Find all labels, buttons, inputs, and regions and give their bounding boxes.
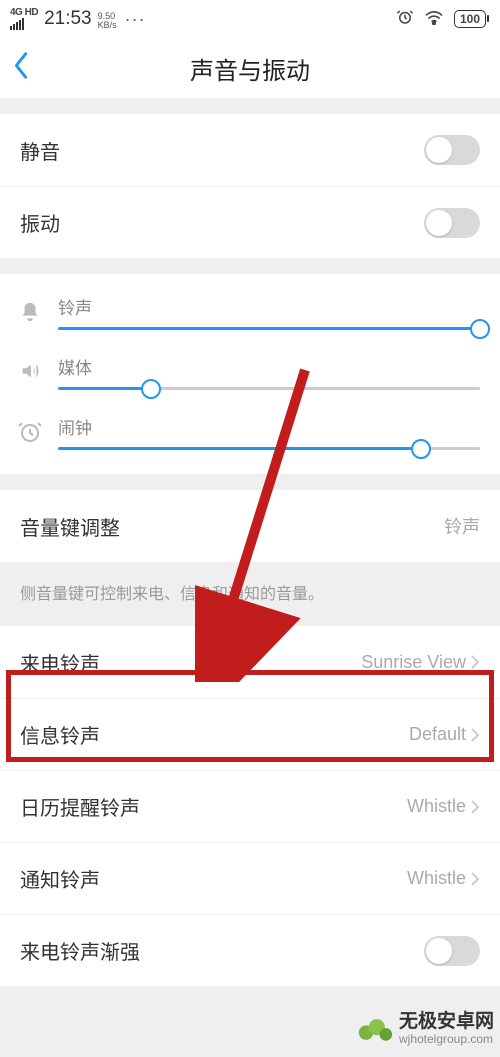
media-slider-label: 媒体: [58, 354, 480, 379]
message-ringtone-row[interactable]: 信息铃声 Default: [0, 698, 500, 770]
wifi-icon: [424, 9, 444, 29]
mute-toggle[interactable]: [424, 135, 480, 165]
page-title: 声音与振动: [190, 51, 310, 86]
bell-icon: [16, 300, 44, 324]
calendar-ringtone-row[interactable]: 日历提醒铃声 Whistle: [0, 770, 500, 842]
message-ringtone-value: Default: [409, 724, 480, 745]
alarm-clock-icon: [16, 420, 44, 444]
incoming-ringtone-value: Sunrise View: [361, 652, 480, 673]
incoming-ringtone-label: 来电铃声: [20, 648, 100, 677]
chevron-right-icon: [470, 727, 480, 743]
ringtone-slider[interactable]: [58, 327, 480, 330]
watermark-url: wjhotelgroup.com: [399, 1033, 494, 1046]
ascending-ringtone-toggle[interactable]: [424, 936, 480, 966]
alarm-slider-row: 闹钟: [0, 402, 500, 462]
volume-key-row[interactable]: 音量键调整 铃声: [0, 490, 500, 562]
volume-key-value: 铃声: [444, 513, 480, 539]
chevron-right-icon: [470, 799, 480, 815]
page-header: 声音与振动: [0, 38, 500, 98]
calendar-ringtone-value: Whistle: [407, 796, 480, 817]
vibrate-toggle[interactable]: [424, 208, 480, 238]
volume-key-label: 音量键调整: [20, 512, 120, 541]
volume-key-hint: 侧音量键可控制来电、信息和通知的音量。: [0, 562, 500, 626]
vibrate-label: 振动: [20, 208, 60, 237]
watermark-logo-icon: [357, 1011, 393, 1047]
more-icon: ···: [125, 9, 146, 30]
alarm-slider-label: 闹钟: [58, 414, 480, 439]
chevron-right-icon: [470, 871, 480, 887]
signal-indicator: 4G HD: [10, 8, 38, 30]
mute-label: 静音: [20, 136, 60, 165]
battery-indicator: 100: [454, 10, 486, 28]
ringtone-slider-label: 铃声: [58, 294, 480, 319]
calendar-ringtone-label: 日历提醒铃声: [20, 792, 140, 821]
ascending-ringtone-label: 来电铃声渐强: [20, 936, 140, 965]
signal-bars-icon: [10, 18, 24, 30]
status-left: 4G HD 21:53 9.50 KB/s ···: [10, 8, 146, 30]
back-button[interactable]: [12, 52, 30, 85]
status-right: 100: [396, 8, 486, 30]
media-slider[interactable]: [58, 387, 480, 390]
notification-ringtone-value: Whistle: [407, 868, 480, 889]
alarm-icon: [396, 8, 414, 30]
status-bar: 4G HD 21:53 9.50 KB/s ··· 100: [0, 0, 500, 38]
ringtone-slider-row: 铃声: [0, 282, 500, 342]
notification-ringtone-row[interactable]: 通知铃声 Whistle: [0, 842, 500, 914]
volume-sliders: 铃声 媒体 闹钟: [0, 274, 500, 474]
mute-row[interactable]: 静音: [0, 114, 500, 186]
alarm-slider[interactable]: [58, 447, 480, 450]
notification-ringtone-label: 通知铃声: [20, 864, 100, 893]
media-slider-row: 媒体: [0, 342, 500, 402]
message-ringtone-label: 信息铃声: [20, 720, 100, 749]
watermark: 无极安卓网 wjhotelgroup.com: [357, 1011, 494, 1047]
clock: 21:53: [44, 8, 92, 30]
chevron-right-icon: [470, 654, 480, 670]
watermark-title: 无极安卓网: [399, 1012, 494, 1033]
network-type: 4G HD: [10, 8, 38, 18]
incoming-ringtone-row[interactable]: 来电铃声 Sunrise View: [0, 626, 500, 698]
vibrate-row[interactable]: 振动: [0, 186, 500, 258]
speaker-icon: [16, 360, 44, 382]
ascending-ringtone-row[interactable]: 来电铃声渐强: [0, 914, 500, 986]
network-speed: 9.50 KB/s: [98, 12, 117, 30]
